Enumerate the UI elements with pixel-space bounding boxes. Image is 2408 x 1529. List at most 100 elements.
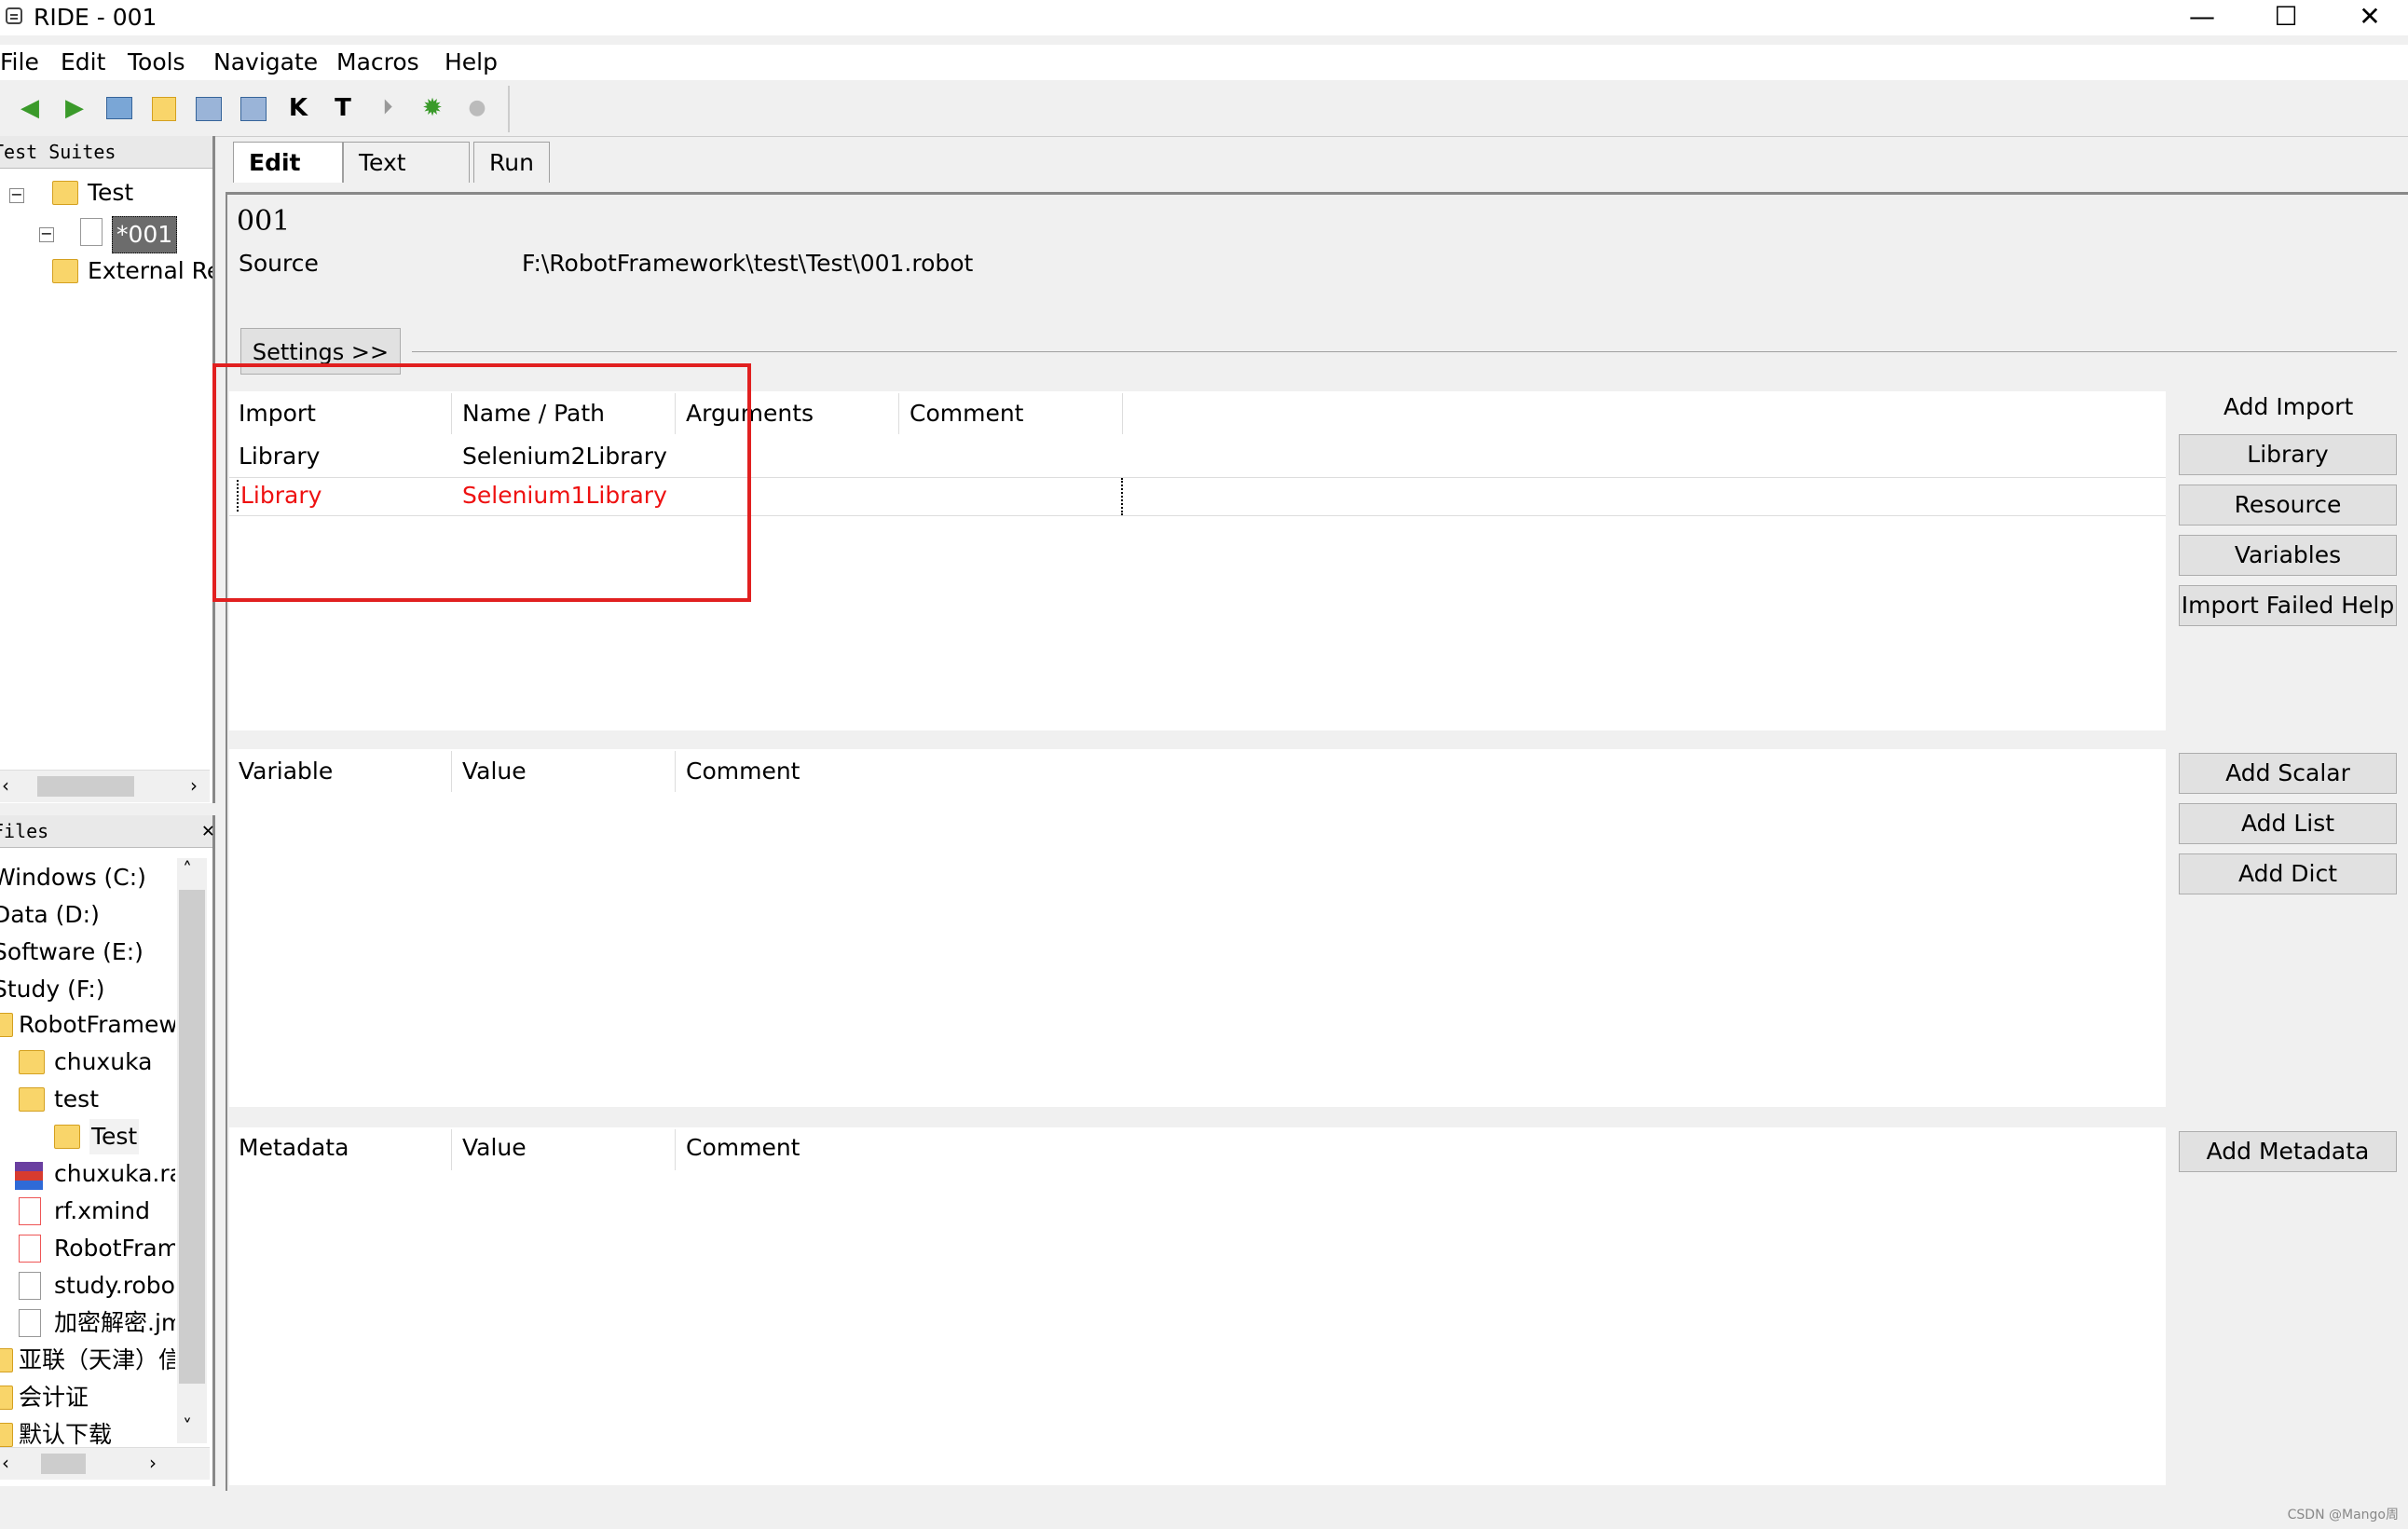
- add-import-label: Add Import: [2223, 393, 2354, 420]
- file-item-test[interactable]: test: [54, 1082, 99, 1117]
- column-header-comment: Comment: [910, 400, 1024, 427]
- file-item-robotframework[interactable]: RobotFramework: [19, 1007, 175, 1043]
- open-icon[interactable]: [103, 91, 136, 125]
- add-metadata-button[interactable]: Add Metadata: [2179, 1131, 2397, 1172]
- add-library-button[interactable]: Library: [2179, 434, 2397, 475]
- tab-edit-label: Edit: [249, 149, 301, 176]
- files-header: Files ✕: [0, 815, 214, 848]
- scroll-thumb[interactable]: [41, 1454, 86, 1474]
- cell-cursor: [1121, 478, 1123, 515]
- scroll-left-icon[interactable]: ‹: [2, 774, 9, 797]
- file-item-yalian[interactable]: 亚联（天津）信: [19, 1343, 175, 1378]
- debug-icon[interactable]: ✹: [416, 91, 449, 125]
- column-separator: [451, 751, 452, 792]
- test-suites-panel: Test Suites − Test − *001 External Res ‹…: [0, 136, 215, 803]
- folder-icon: [0, 1013, 13, 1037]
- add-list-button[interactable]: Add List: [2179, 803, 2397, 844]
- maximize-button[interactable]: ☐: [2244, 0, 2328, 35]
- tree-item-001[interactable]: *001: [112, 216, 178, 253]
- scroll-up-icon[interactable]: ˄: [183, 858, 192, 881]
- tab-run[interactable]: Run: [473, 142, 550, 183]
- file-icon: [19, 1272, 41, 1300]
- tab-edit[interactable]: Edit ✕: [233, 142, 343, 217]
- minimize-button[interactable]: —: [2160, 0, 2244, 35]
- forward-icon[interactable]: ▶: [58, 91, 91, 125]
- vertical-scrollbar[interactable]: ˄ ˅: [177, 858, 207, 1443]
- scroll-thumb[interactable]: [179, 890, 205, 1384]
- column-header-variable: Variable: [239, 758, 334, 785]
- file-item-data-d[interactable]: Data (D:): [0, 897, 100, 933]
- rar-icon: [15, 1162, 43, 1190]
- run-icon[interactable]: ⏵: [371, 91, 404, 125]
- test-suites-header: Test Suites: [0, 136, 212, 169]
- scroll-left-icon[interactable]: ‹: [2, 1452, 9, 1474]
- scroll-right-icon[interactable]: ›: [190, 774, 198, 797]
- add-dict-button[interactable]: Add Dict: [2179, 853, 2397, 894]
- scroll-down-icon[interactable]: ˅: [183, 1415, 192, 1438]
- back-icon[interactable]: ◀: [13, 91, 47, 125]
- file-item-chuxuka-rar[interactable]: chuxuka.rar: [54, 1156, 175, 1192]
- column-separator: [1122, 393, 1123, 434]
- column-separator: [675, 1129, 676, 1170]
- folder-icon: [19, 1050, 45, 1074]
- folder-icon: [0, 1423, 13, 1447]
- folder-icon: [54, 1125, 80, 1149]
- folder-icon: [52, 181, 78, 205]
- collapse-icon[interactable]: −: [39, 226, 54, 242]
- suite-name: 001: [237, 205, 291, 238]
- metadata-grid[interactable]: [229, 1127, 2166, 1485]
- source-label: Source: [239, 250, 319, 277]
- settings-divider: [412, 351, 2397, 352]
- folder-icon[interactable]: [147, 91, 181, 125]
- file-item-chuxuka[interactable]: chuxuka: [54, 1044, 152, 1080]
- add-resource-button[interactable]: Resource: [2179, 485, 2397, 526]
- menu-macros[interactable]: Macros: [336, 47, 419, 78]
- window-title: RIDE - 001: [34, 4, 157, 31]
- file-item-study-f[interactable]: Study (F:): [0, 972, 105, 1007]
- app-icon: [6, 7, 22, 24]
- collapse-icon[interactable]: −: [9, 187, 24, 203]
- import-failed-help-button[interactable]: Import Failed Help: [2179, 585, 2397, 626]
- scroll-right-icon[interactable]: ›: [149, 1452, 157, 1474]
- add-variables-button[interactable]: Variables: [2179, 535, 2397, 576]
- file-item-robotframework-xmind[interactable]: RobotFramework: [54, 1231, 175, 1266]
- save-icon[interactable]: [192, 91, 226, 125]
- column-header-value: Value: [462, 758, 527, 785]
- folder-icon: [52, 259, 78, 283]
- file-item-windows-c[interactable]: Windows (C:): [0, 860, 146, 895]
- menu-file[interactable]: File: [0, 47, 39, 78]
- source-value: F:\RobotFramework\test\Test\001.robot: [522, 250, 974, 277]
- horizontal-scrollbar[interactable]: ‹ ›: [0, 770, 210, 802]
- tree-item-test[interactable]: Test: [88, 175, 133, 211]
- scroll-thumb[interactable]: [37, 776, 134, 797]
- menu-navigate[interactable]: Navigate: [213, 47, 318, 78]
- tree-item-external-resources[interactable]: External Res: [88, 253, 212, 289]
- xmind-icon: [19, 1235, 41, 1263]
- column-header-metadata: Metadata: [239, 1134, 349, 1161]
- test-search-icon[interactable]: T: [326, 91, 360, 125]
- folder-icon: [0, 1348, 13, 1372]
- menu-tools[interactable]: Tools: [128, 47, 185, 78]
- variables-grid[interactable]: [229, 749, 2166, 1107]
- title-bar: [0, 0, 2408, 35]
- file-item-kuaijizheng[interactable]: 会计证: [19, 1380, 89, 1415]
- file-item-test-folder[interactable]: Test: [89, 1119, 140, 1154]
- file-item-jmx[interactable]: 加密解密.jmx: [54, 1305, 175, 1341]
- column-header-value: Value: [462, 1134, 527, 1161]
- save-all-icon[interactable]: [237, 91, 270, 125]
- close-icon[interactable]: ✕: [202, 815, 214, 847]
- menu-help[interactable]: Help: [445, 47, 498, 78]
- menu-edit[interactable]: Edit: [61, 47, 105, 78]
- close-button[interactable]: ✕: [2328, 0, 2408, 35]
- stop-icon[interactable]: ●: [460, 91, 494, 125]
- horizontal-scrollbar[interactable]: ‹ ›: [0, 1447, 210, 1480]
- file-item-study-robot[interactable]: study.robot: [54, 1268, 175, 1304]
- tab-text-edit[interactable]: Text Edit: [343, 142, 470, 217]
- file-item-rf-xmind[interactable]: rf.xmind: [54, 1194, 150, 1229]
- add-scalar-button[interactable]: Add Scalar: [2179, 753, 2397, 794]
- xmind-icon: [19, 1197, 41, 1225]
- folder-icon: [0, 1386, 13, 1410]
- file-item-software-e[interactable]: Software (E:): [0, 935, 144, 970]
- folder-icon: [19, 1087, 45, 1112]
- keyword-search-icon[interactable]: K: [281, 91, 315, 125]
